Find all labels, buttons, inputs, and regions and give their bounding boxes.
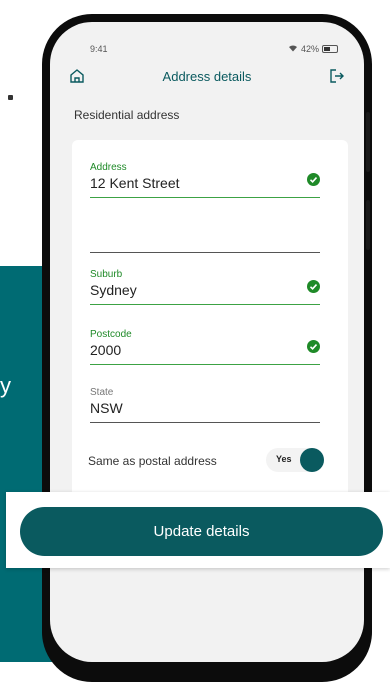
address-field[interactable]: Address 12 Kent Street	[90, 162, 320, 198]
state-underline	[90, 422, 320, 423]
battery-percent: 42%	[300, 44, 319, 54]
postal-toggle-row: Same as postal address Yes	[88, 448, 328, 474]
update-details-button[interactable]: Update details	[20, 507, 383, 556]
decorative-dot	[8, 95, 13, 100]
logout-icon[interactable]	[330, 69, 344, 88]
state-field[interactable]: State NSW	[90, 387, 320, 423]
postcode-label: Postcode	[90, 329, 132, 340]
status-time: 9:41	[90, 44, 108, 54]
check-icon	[307, 340, 320, 358]
postal-toggle-label: Same as postal address	[88, 454, 217, 468]
state-value[interactable]: NSW	[90, 400, 320, 418]
address-underline	[90, 197, 320, 198]
state-label: State	[90, 387, 114, 398]
address-line2-field[interactable]	[90, 228, 320, 253]
wifi-icon	[288, 44, 298, 54]
check-icon	[307, 173, 320, 191]
postcode-value[interactable]: 2000	[90, 342, 320, 360]
toggle-state-text: Yes	[276, 454, 292, 464]
suburb-label: Suburb	[90, 269, 123, 280]
postcode-field[interactable]: Postcode 2000	[90, 329, 320, 365]
battery-icon	[322, 45, 338, 53]
app-header: Address details	[50, 66, 364, 88]
suburb-field[interactable]: Suburb Sydney	[90, 269, 320, 305]
status-indicators: 42%	[288, 44, 338, 54]
page-title: Address details	[162, 69, 252, 84]
postcode-underline	[90, 364, 320, 365]
address-label: Address	[90, 162, 127, 173]
check-icon	[307, 280, 320, 298]
phone-side-button	[366, 112, 370, 172]
section-title: Residential address	[74, 108, 180, 122]
suburb-underline	[90, 304, 320, 305]
address-value[interactable]: 12 Kent Street	[90, 175, 320, 193]
suburb-value[interactable]: Sydney	[90, 282, 320, 300]
address-line2-underline	[90, 252, 320, 253]
background-text-fragment: y	[0, 373, 11, 398]
postal-address-toggle[interactable]: Yes	[266, 448, 324, 472]
toggle-knob[interactable]	[300, 448, 324, 472]
phone-side-button	[366, 200, 370, 250]
address-line2-value[interactable]	[90, 230, 320, 248]
